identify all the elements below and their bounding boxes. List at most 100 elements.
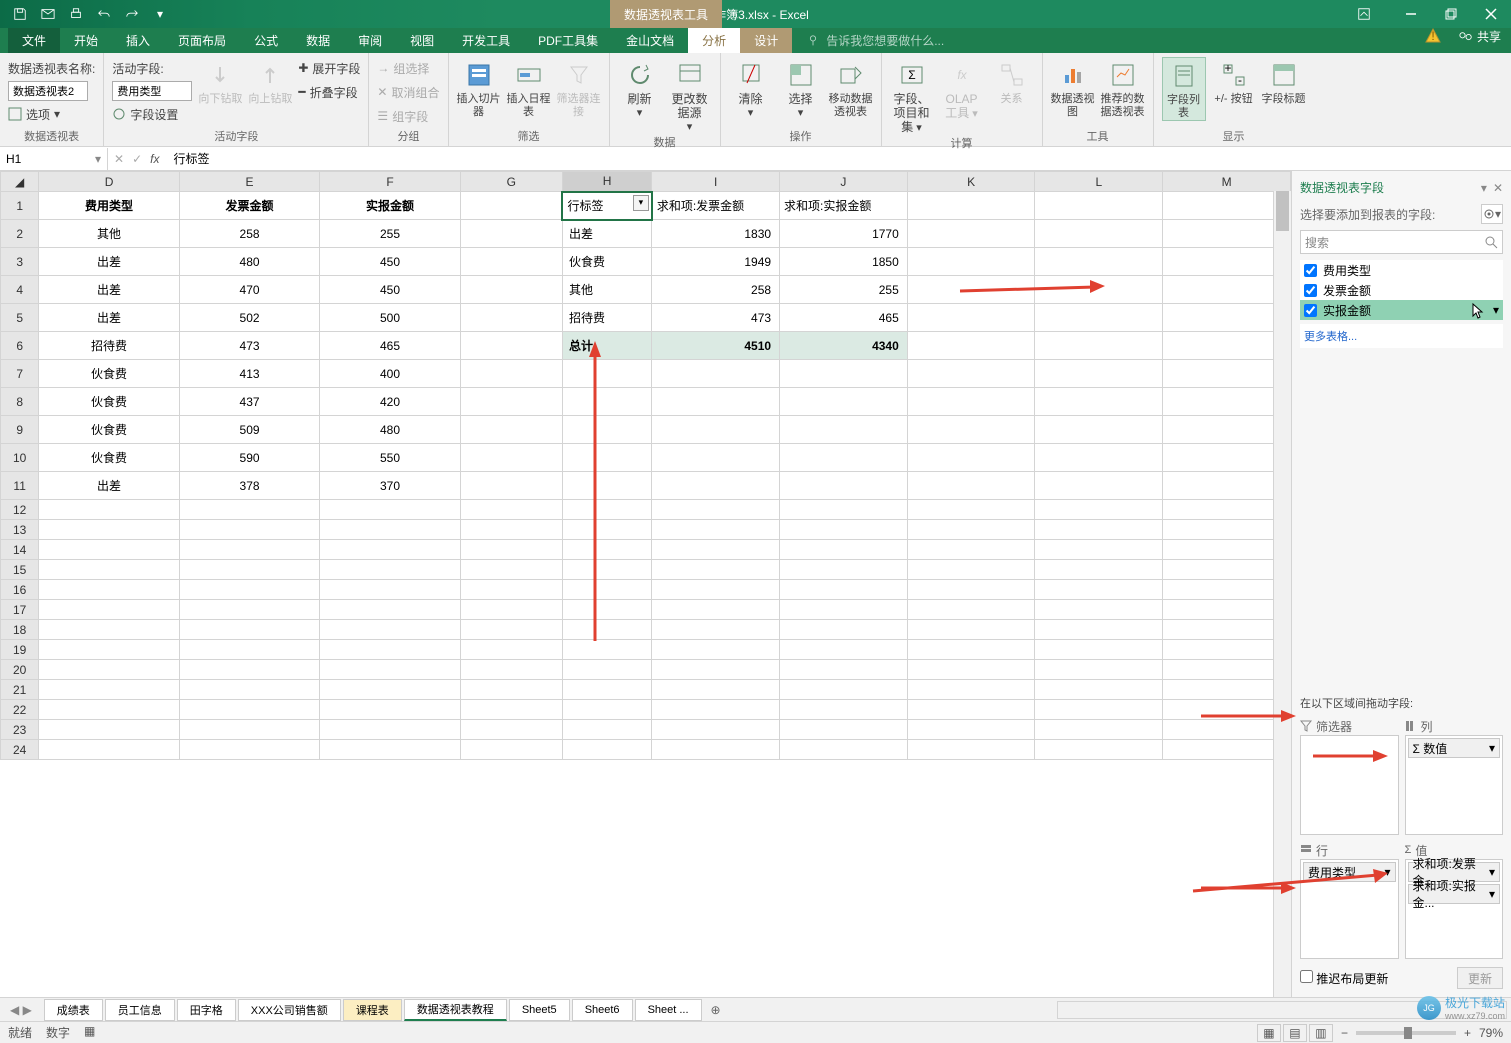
cell[interactable] — [562, 388, 651, 416]
fieldpane-close-icon[interactable]: ✕ — [1493, 181, 1503, 195]
cell[interactable] — [652, 472, 780, 500]
cell[interactable] — [1163, 580, 1291, 600]
cell[interactable]: 伙食费 — [39, 444, 179, 472]
zoom-out-icon[interactable]: − — [1341, 1026, 1348, 1040]
cell[interactable] — [562, 640, 651, 660]
values-well[interactable]: 求和项:发票金...▾ 求和项:实报金...▾ — [1405, 859, 1504, 959]
enter-icon[interactable]: ✓ — [132, 152, 142, 166]
horizontal-scrollbar[interactable] — [1057, 1001, 1507, 1019]
tab-data[interactable]: 数据 — [292, 28, 344, 53]
ungroup-button[interactable]: ✕ 取消组合 — [377, 81, 439, 103]
cell[interactable] — [1163, 304, 1291, 332]
tab-file[interactable]: 文件 — [8, 28, 60, 53]
cell[interactable] — [460, 360, 562, 388]
cell[interactable] — [907, 360, 1035, 388]
row-header[interactable]: 21 — [1, 680, 39, 700]
quickprint-icon[interactable] — [64, 3, 88, 25]
cell[interactable] — [39, 600, 179, 620]
cell[interactable] — [1035, 540, 1163, 560]
cell[interactable] — [460, 472, 562, 500]
cell[interactable] — [1035, 416, 1163, 444]
cell[interactable] — [179, 680, 319, 700]
cell[interactable] — [1035, 248, 1163, 276]
row-header[interactable]: 22 — [1, 700, 39, 720]
cell[interactable] — [179, 600, 319, 620]
cell[interactable] — [780, 444, 908, 472]
drilldown-button[interactable]: 向下钻取 — [198, 57, 242, 106]
cell[interactable] — [460, 444, 562, 472]
cell[interactable] — [907, 560, 1035, 580]
row-header[interactable]: 13 — [1, 520, 39, 540]
move-button[interactable]: 移动数据透视表 — [829, 57, 873, 119]
cell[interactable] — [907, 416, 1035, 444]
cell[interactable] — [460, 660, 562, 680]
row-header[interactable]: 5 — [1, 304, 39, 332]
cell[interactable] — [652, 444, 780, 472]
cell[interactable] — [460, 540, 562, 560]
cell[interactable] — [460, 248, 562, 276]
cell[interactable] — [907, 192, 1035, 220]
cell[interactable] — [1035, 680, 1163, 700]
tell-me-input[interactable]: 告诉我您想要做什么... — [806, 28, 944, 53]
cell[interactable] — [39, 660, 179, 680]
cell[interactable] — [320, 560, 460, 580]
cell[interactable] — [1035, 740, 1163, 760]
cell[interactable] — [460, 304, 562, 332]
cell[interactable]: 473 — [652, 304, 780, 332]
cell[interactable] — [179, 740, 319, 760]
more-tables-link[interactable]: 更多表格... — [1300, 324, 1503, 348]
cell[interactable] — [562, 500, 651, 520]
row-header[interactable]: 9 — [1, 416, 39, 444]
tab-home[interactable]: 开始 — [60, 28, 112, 53]
cell[interactable] — [780, 472, 908, 500]
cell[interactable] — [1163, 248, 1291, 276]
cell[interactable] — [39, 640, 179, 660]
cell[interactable] — [1163, 360, 1291, 388]
cell[interactable] — [1163, 416, 1291, 444]
cell[interactable] — [179, 640, 319, 660]
cell[interactable] — [562, 680, 651, 700]
sheet-tab[interactable]: 员工信息 — [105, 999, 175, 1021]
cell[interactable] — [907, 540, 1035, 560]
tab-insert[interactable]: 插入 — [112, 28, 164, 53]
cell[interactable] — [780, 540, 908, 560]
cell[interactable] — [179, 720, 319, 740]
cell[interactable]: 502 — [179, 304, 319, 332]
qat-customize-icon[interactable]: ▾ — [148, 3, 172, 25]
plusminus-button[interactable]: +-+/- 按钮 — [1212, 57, 1256, 106]
cell[interactable] — [652, 360, 780, 388]
cell[interactable]: 437 — [179, 388, 319, 416]
cell[interactable] — [179, 500, 319, 520]
cell[interactable] — [39, 520, 179, 540]
cell[interactable] — [320, 640, 460, 660]
col-header[interactable]: E — [179, 172, 319, 192]
cell[interactable] — [907, 600, 1035, 620]
cell[interactable]: 420 — [320, 388, 460, 416]
cell[interactable]: 伙食费 — [562, 248, 651, 276]
cell[interactable] — [652, 720, 780, 740]
field-checkbox[interactable] — [1304, 264, 1317, 277]
tab-developer[interactable]: 开发工具 — [448, 28, 524, 53]
col-header[interactable]: G — [460, 172, 562, 192]
cell[interactable] — [39, 740, 179, 760]
cell[interactable] — [652, 620, 780, 640]
row-header[interactable]: 19 — [1, 640, 39, 660]
cell[interactable] — [780, 660, 908, 680]
warning-icon[interactable]: ! — [1425, 28, 1441, 44]
sheet-tab[interactable]: Sheet5 — [509, 999, 570, 1021]
sheet-tab[interactable]: Sheet6 — [572, 999, 633, 1021]
cell[interactable] — [460, 700, 562, 720]
cell[interactable] — [460, 640, 562, 660]
cell[interactable]: 1949 — [652, 248, 780, 276]
new-sheet-button[interactable]: ⊕ — [704, 1003, 728, 1017]
cell[interactable]: 378 — [179, 472, 319, 500]
cell[interactable]: 590 — [179, 444, 319, 472]
zoom-slider[interactable] — [1356, 1031, 1456, 1035]
cell[interactable]: 500 — [320, 304, 460, 332]
cell[interactable] — [1035, 444, 1163, 472]
cell[interactable] — [320, 720, 460, 740]
cell[interactable] — [39, 680, 179, 700]
cell[interactable] — [562, 444, 651, 472]
cell[interactable] — [907, 472, 1035, 500]
fieldpane-gear-icon[interactable]: ▾ — [1481, 204, 1503, 224]
